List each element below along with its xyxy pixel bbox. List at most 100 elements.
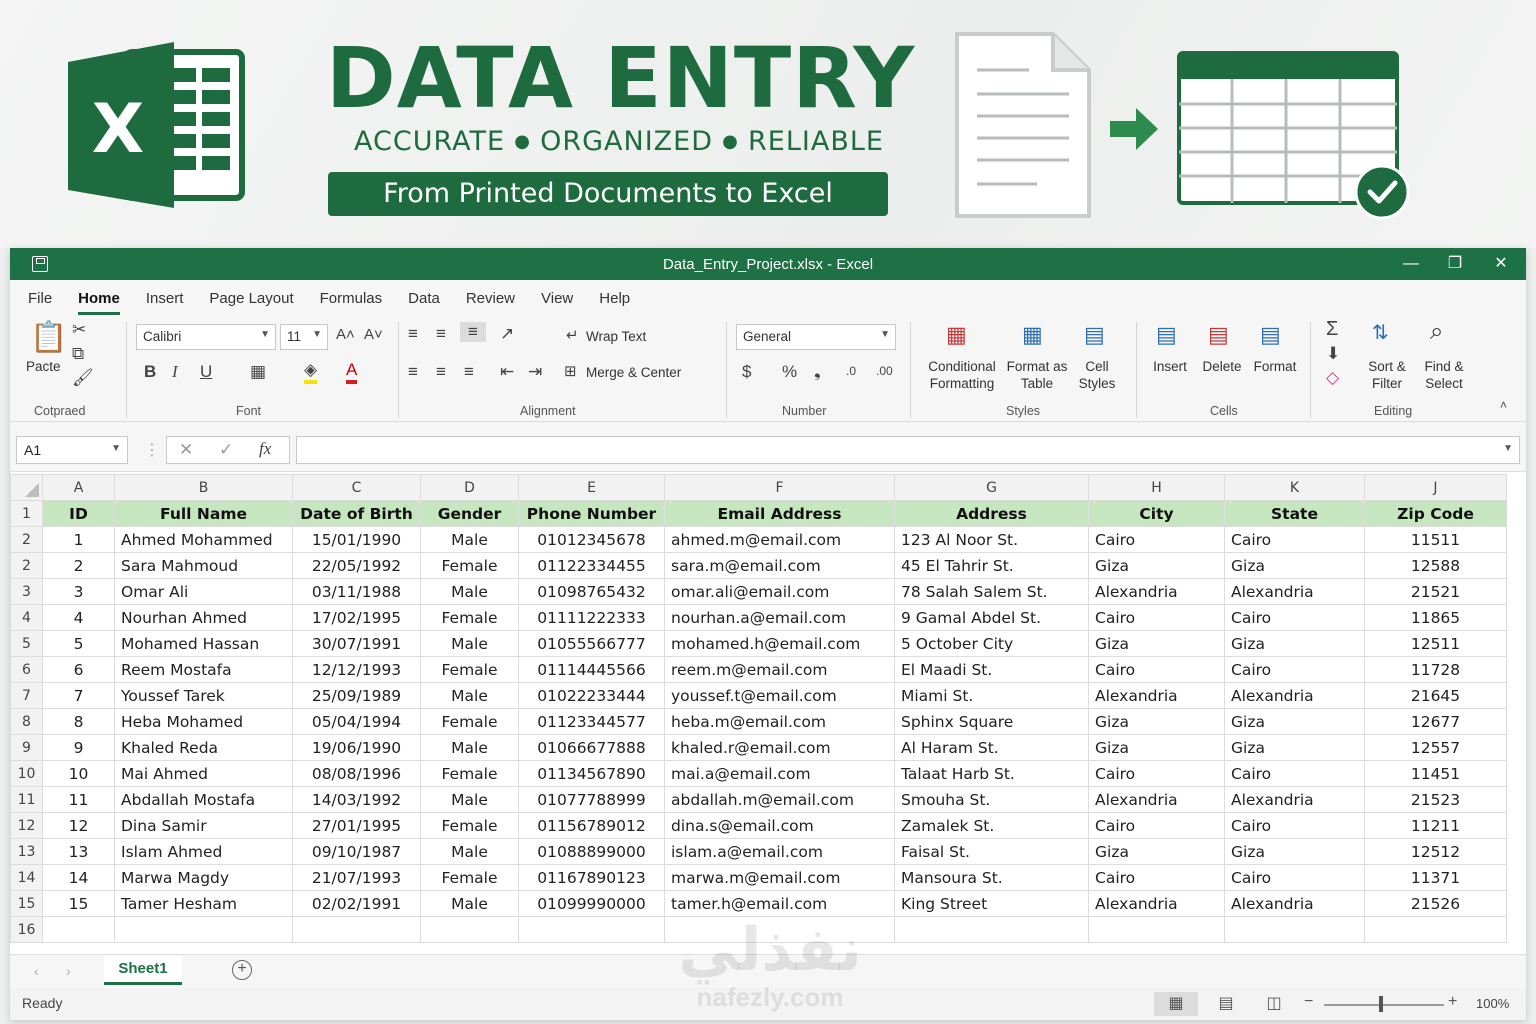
table-cell[interactable]: 01122334455 [518,552,665,579]
column-header[interactable]: D [420,474,519,501]
row-number[interactable]: 1 [10,500,43,527]
header-cell[interactable]: ID [42,500,115,527]
column-header[interactable]: A [42,474,115,501]
table-cell[interactable]: 27/01/1995 [292,812,421,839]
table-cell[interactable]: 01066677888 [518,734,665,761]
decrease-indent-icon[interactable]: ⇤ [500,362,514,382]
table-cell[interactable]: Giza [1224,552,1365,579]
table-cell[interactable]: 11211 [1364,812,1507,839]
table-cell[interactable]: 1 [42,526,115,553]
table-cell[interactable]: Female [420,864,519,891]
find-select-icon[interactable]: ⌕ [1430,318,1443,346]
bold-icon[interactable]: B [144,362,156,382]
table-cell[interactable]: 01114445566 [518,656,665,683]
restore-button[interactable]: ❐ [1440,252,1470,276]
font-size-select[interactable]: 11 ▼ [280,324,328,350]
align-left-icon[interactable]: ≡ [408,362,418,382]
comma-style-icon[interactable]: ❟ [814,362,821,382]
wrap-text-icon[interactable]: ↵ [566,326,579,344]
orientation-icon[interactable]: ↗ [500,324,514,344]
table-cell[interactable]: 21523 [1364,786,1507,813]
format-cells-button[interactable]: Format [1252,358,1298,375]
row-number[interactable]: 16 [10,916,43,943]
copy-icon[interactable]: ⧉ [72,344,84,364]
format-cells-icon[interactable]: ▤ [1260,322,1281,348]
header-cell[interactable]: Phone Number [518,500,665,527]
table-cell[interactable]: Male [420,526,519,553]
table-cell[interactable]: 12557 [1364,734,1507,761]
table-cell[interactable]: 15 [42,890,115,917]
table-cell[interactable]: 3 [42,578,115,605]
table-cell[interactable]: Male [420,734,519,761]
row-number[interactable]: 11 [10,786,43,813]
increase-decimal-icon[interactable]: .0 [846,364,856,378]
table-cell[interactable]: 10 [42,760,115,787]
row-number[interactable]: 12 [10,812,43,839]
table-cell[interactable]: 01098765432 [518,578,665,605]
row-number[interactable]: 14 [10,864,43,891]
table-cell[interactable]: Abdallah Mostafa [114,786,293,813]
italic-icon[interactable]: I [172,362,178,382]
header-cell[interactable]: Full Name [114,500,293,527]
table-cell[interactable]: 19/06/1990 [292,734,421,761]
sort-filter-button[interactable]: Sort & Filter [1362,358,1412,392]
tab-home[interactable]: Home [78,290,120,315]
table-cell[interactable]: 11865 [1364,604,1507,631]
table-cell[interactable]: Cairo [1088,526,1225,553]
table-cell[interactable]: 01012345678 [518,526,665,553]
table-cell[interactable]: 8 [42,708,115,735]
table-cell[interactable]: 21526 [1364,890,1507,917]
table-cell[interactable]: 11451 [1364,760,1507,787]
table-cell[interactable] [420,916,519,943]
insert-cells-button[interactable]: Insert [1150,358,1190,375]
table-cell[interactable]: Female [420,760,519,787]
row-number[interactable]: 10 [10,760,43,787]
table-cell[interactable]: mai.a@email.com [664,760,895,787]
table-cell[interactable] [1224,916,1365,943]
formula-input[interactable]: ▼ [296,436,1520,464]
align-middle-icon[interactable]: ≡ [436,324,446,344]
table-cell[interactable]: abdallah.m@email.com [664,786,895,813]
table-cell[interactable]: Mai Ahmed [114,760,293,787]
table-cell[interactable]: 9 Gamal Abdel St. [894,604,1089,631]
table-cell[interactable]: dina.s@email.com [664,812,895,839]
table-cell[interactable]: Cairo [1224,864,1365,891]
table-cell[interactable]: 01099990000 [518,890,665,917]
table-cell[interactable]: Alexandria [1088,578,1225,605]
table-cell[interactable]: 01123344577 [518,708,665,735]
table-cell[interactable]: Cairo [1088,656,1225,683]
table-cell[interactable]: marwa.m@email.com [664,864,895,891]
row-number[interactable]: 2 [10,552,43,579]
table-cell[interactable]: Male [420,838,519,865]
row-number[interactable]: 15 [10,890,43,917]
row-number[interactable]: 9 [10,734,43,761]
tab-page-layout[interactable]: Page Layout [209,290,293,307]
cancel-icon[interactable]: ✕ [179,440,193,460]
table-cell[interactable] [518,916,665,943]
find-select-button[interactable]: Find & Select [1416,358,1472,392]
header-cell[interactable]: Address [894,500,1089,527]
table-cell[interactable]: 01088899000 [518,838,665,865]
table-cell[interactable]: 45 El Tahrir St. [894,552,1089,579]
percent-icon[interactable]: % [782,362,797,382]
table-cell[interactable]: 15/01/1990 [292,526,421,553]
header-cell[interactable]: Date of Birth [292,500,421,527]
decrease-decimal-icon[interactable]: .00 [876,364,893,378]
table-cell[interactable]: 11728 [1364,656,1507,683]
table-cell[interactable]: Giza [1224,838,1365,865]
table-cell[interactable]: omar.ali@email.com [664,578,895,605]
table-cell[interactable]: Male [420,630,519,657]
merge-icon[interactable]: ⊞ [564,362,577,380]
table-cell[interactable]: 14/03/1992 [292,786,421,813]
table-cell[interactable]: 09/10/1987 [292,838,421,865]
table-cell[interactable]: Marwa Magdy [114,864,293,891]
table-cell[interactable]: Giza [1088,630,1225,657]
paste-icon[interactable]: 📋 [30,320,67,355]
table-cell[interactable]: Talaat Harb St. [894,760,1089,787]
table-cell[interactable]: Cairo [1088,812,1225,839]
scroll-right-icon[interactable]: › [66,963,71,979]
column-header[interactable]: J [1364,474,1507,501]
table-cell[interactable]: Male [420,682,519,709]
table-cell[interactable]: Tamer Hesham [114,890,293,917]
table-cell[interactable]: tamer.h@email.com [664,890,895,917]
